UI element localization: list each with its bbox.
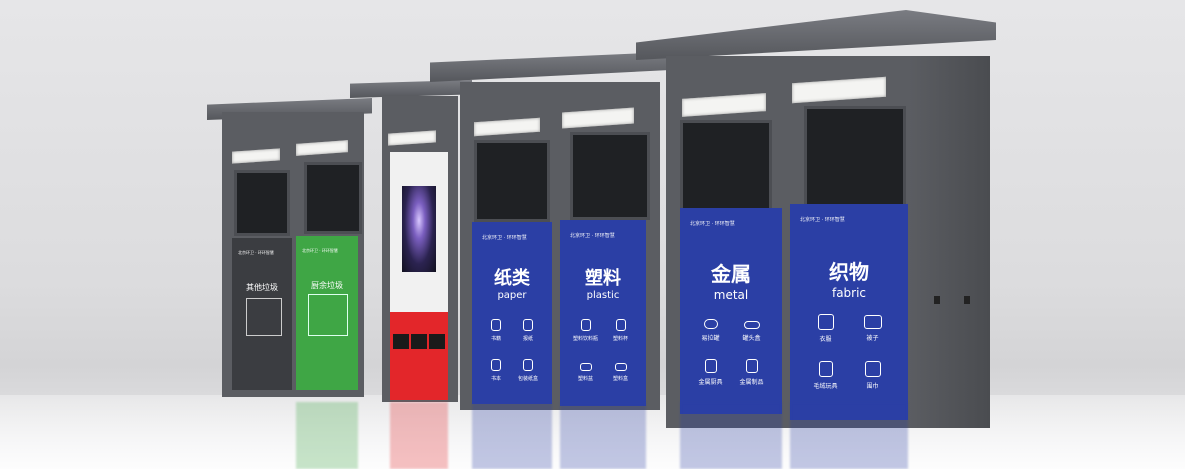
kitchen-title: 厨余垃圾 — [311, 281, 343, 290]
shirt-icon — [817, 314, 834, 330]
plastic-logo: 北京环卫 · 环环智慧 — [570, 233, 615, 239]
paper-subtitle: paper — [497, 290, 527, 301]
bottle-icon — [580, 319, 591, 331]
unit-4-roof — [636, 10, 996, 60]
paper-title: 纸类 — [494, 268, 530, 289]
fabric-item: 毛绒玩具 — [802, 361, 849, 390]
kiosk-slot-1[interactable] — [393, 334, 409, 349]
fabric-item: 围巾 — [849, 361, 896, 390]
metal-item: 易拉罐 — [690, 314, 731, 342]
reflection-fabric — [790, 402, 908, 469]
plastic-subtitle: plastic — [586, 290, 620, 301]
unit-3-roof — [430, 52, 670, 82]
reflection-paper — [472, 402, 552, 469]
kitchen-icons — [308, 294, 348, 336]
metal-title: 金属 — [711, 262, 751, 286]
kiosk-slot-3[interactable] — [429, 334, 445, 349]
plastic-title: 塑料 — [585, 268, 621, 289]
fabric-panel: 北京环卫 · 环环智慧 织物 fabric 衣服 被子 毛绒玩具 围巾 — [790, 204, 908, 420]
tin-icon — [743, 321, 760, 329]
fabric-item: 被子 — [849, 314, 896, 343]
can-icon — [703, 319, 718, 329]
kiosk-touch-screen[interactable] — [402, 186, 436, 272]
unit-3-window-left — [474, 140, 550, 222]
fabric-logo: 北京环卫 · 环环智慧 — [800, 217, 845, 223]
plastic-item: 塑料盒 — [603, 356, 638, 382]
quilt-icon — [863, 315, 882, 329]
other-waste-panel: 北京环卫 · 环环智慧 其他垃圾 — [232, 238, 292, 390]
paper-item: 包装纸盒 — [512, 356, 544, 382]
metal-item: 金属厨具 — [690, 358, 731, 386]
plush-toy-icon — [818, 361, 833, 377]
metal-subtitle: metal — [713, 288, 749, 302]
other-title: 其他垃圾 — [246, 283, 278, 292]
side-button-1[interactable] — [934, 296, 940, 304]
other-logo: 北京环卫 · 环环智慧 — [238, 250, 274, 255]
plastic-item: 塑料饮料瓶 — [568, 316, 603, 342]
basin-icon — [579, 363, 592, 371]
metal-item: 罐头盒 — [731, 314, 772, 342]
fabric-subtitle: fabric — [831, 286, 867, 300]
cup-icon — [615, 319, 626, 331]
plastic-panel: 北京环卫 · 环环智慧 塑料 plastic 塑料饮料瓶 塑料杯 塑料盆 塑料盒 — [560, 220, 646, 406]
metal-panel: 北京环卫 · 环环智慧 金属 metal 易拉罐 罐头盒 金属厨具 金属制品 — [680, 208, 782, 414]
plastic-item: 塑料杯 — [603, 316, 638, 342]
kiosk-slot-2[interactable] — [411, 334, 427, 349]
paper-logo: 北京环卫 · 环环智慧 — [482, 235, 527, 241]
paper-item: 书本 — [480, 356, 512, 382]
reflection-kitchen — [296, 402, 358, 469]
unit-1-window-right — [304, 162, 362, 234]
plastic-item: 塑料盆 — [568, 356, 603, 382]
reflection-kiosk — [390, 402, 448, 469]
paper-icon-grid: 书籍 报纸 书本 包装纸盒 — [480, 316, 544, 382]
paper-panel: 北京环卫 · 环环智慧 纸类 paper 书籍 报纸 书本 包装纸盒 — [472, 222, 552, 404]
container-icon — [614, 363, 627, 371]
metal-item: 金属制品 — [731, 358, 772, 386]
unit-4-window-left — [680, 120, 772, 212]
fabric-icon-grid: 衣服 被子 毛绒玩具 围巾 — [802, 314, 896, 390]
kitchen-logo: 北京环卫 · 环环智慧 — [302, 248, 338, 253]
side-button-2[interactable] — [964, 296, 970, 304]
newspaper-icon — [523, 319, 533, 331]
book-icon — [491, 319, 501, 331]
unit-1-window-left — [234, 170, 290, 236]
kitchen-waste-panel: 北京环卫 · 环环智慧 厨余垃圾 — [296, 236, 358, 390]
box-icon — [523, 359, 533, 371]
metal-logo: 北京环卫 · 环环智慧 — [690, 221, 735, 227]
utensils-icon — [704, 359, 717, 373]
unit-4-window-right — [804, 106, 906, 208]
fabric-item: 衣服 — [802, 314, 849, 343]
other-icons — [246, 298, 282, 336]
paper-item: 书籍 — [480, 316, 512, 342]
reflection-plastic — [560, 402, 646, 469]
metal-icon-grid: 易拉罐 罐头盒 金属厨具 金属制品 — [690, 314, 772, 386]
tools-icon — [745, 359, 758, 373]
scarf-icon — [864, 361, 881, 377]
paper-item: 报纸 — [512, 316, 544, 342]
kiosk-dispenser — [390, 312, 448, 400]
reflection-metal — [680, 402, 782, 469]
plastic-icon-grid: 塑料饮料瓶 塑料杯 塑料盆 塑料盒 — [568, 316, 638, 382]
notebook-icon — [491, 359, 501, 371]
unit-3-window-right — [570, 132, 650, 220]
fabric-title: 织物 — [829, 260, 869, 284]
